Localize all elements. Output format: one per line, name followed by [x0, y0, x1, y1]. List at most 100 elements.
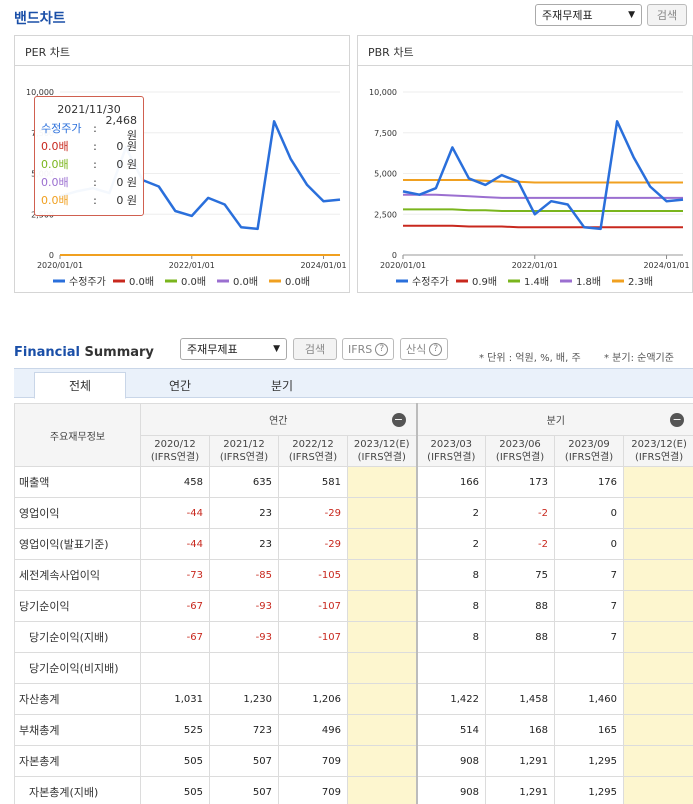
table-cell: 514 [415, 714, 487, 746]
table-cell: 1,031 [140, 683, 210, 715]
table-cell: 507 [209, 745, 279, 777]
tooltip-label: 0.0배 [41, 158, 69, 171]
row-label[interactable]: 부채총계 [14, 714, 141, 746]
period-header: 2023/09 (IFRS연결) [554, 435, 625, 467]
legend-item: 0.0배 [113, 276, 154, 288]
table-cell: 8 [415, 559, 487, 591]
table-cell: -67 [140, 621, 210, 653]
tooltip-label: 수정주가 [41, 122, 82, 135]
table-cell [209, 652, 279, 684]
question-icon: ? [429, 342, 443, 356]
table-cell: 1,458 [485, 683, 556, 715]
table-cell: 1,206 [278, 683, 348, 715]
fs-search-button[interactable]: 검색 [293, 338, 337, 360]
table-cell [623, 745, 693, 777]
unit-note: * 단위 : 억원, %, 배, 주 [479, 353, 581, 364]
row-label[interactable]: 당기순이익(비지배) [14, 652, 141, 684]
formula-help-button[interactable]: 산식 ? [400, 338, 449, 360]
tooltip-label: 0.0배 [41, 194, 69, 207]
fs-statement-select[interactable]: 주재무제표 ▼ [180, 338, 287, 360]
table-cell: 1,295 [554, 745, 625, 777]
x-tick-label: 2022/01/01 [169, 261, 215, 270]
ifrs-note: (IFRS연결) [427, 452, 476, 463]
table-cell [623, 497, 693, 529]
table-cell [346, 652, 418, 684]
row-label[interactable]: 당기순이익 [14, 590, 141, 622]
legend-label: 0.0배 [285, 276, 310, 288]
table-cell: -73 [140, 559, 210, 591]
legend-label: 0.0배 [129, 276, 154, 288]
band-chart-title: 밴드차트 [14, 11, 66, 27]
y-tick-label: 0 [49, 251, 54, 260]
pbr-chart: 10,000 7,500 5,000 2,500 02020/01/01 2022/01/… [369, 88, 690, 288]
y-tick-label: 7,500 [374, 129, 397, 138]
per-chart-title: PER 차트 [15, 36, 349, 66]
quarter-group-header: 분기 − [415, 403, 693, 436]
table-cell [346, 683, 418, 715]
table-cell: 908 [415, 776, 487, 804]
ifrs-help-button[interactable]: IFRS ? [342, 338, 395, 360]
band-search-button[interactable]: 검색 [647, 4, 687, 26]
period-header: 2023/03 (IFRS연결) [415, 435, 487, 467]
period-header: 2022/12 (IFRS연결) [278, 435, 348, 467]
ifrs-note: (IFRS연결) [634, 452, 684, 463]
table-cell [623, 714, 693, 746]
table-cell [346, 497, 418, 529]
period-header: 2023/06 (IFRS연결) [485, 435, 556, 467]
tooltip-row: 0.0배: 0 원 [41, 155, 137, 173]
table-cell [346, 621, 418, 653]
table-row: 자산총계 1,031 1,230 1,206 1,422 1,458 1,460 [14, 683, 693, 715]
table-cell: 2 [415, 497, 487, 529]
table-cell: -29 [278, 497, 348, 529]
row-label[interactable]: 자산총계 [14, 683, 141, 715]
table-row: 부채총계 525 723 496 514 168 165 [14, 714, 693, 746]
tab-annual[interactable]: 연간 [134, 372, 226, 399]
band-statement-select[interactable]: 주재무제표 ▼ [535, 4, 642, 26]
band-line [403, 208, 683, 212]
tooltip-separator: : [93, 121, 97, 135]
per-chart-tooltip: 2021/11/30 수정주가:2,468 원 0.0배:0 원 0.0배:0 원0… [34, 96, 144, 216]
table-cell [140, 652, 210, 684]
table-cell: -44 [140, 528, 210, 560]
legend-item: 2.3배 [612, 276, 653, 288]
table-cell [623, 621, 693, 653]
table-cell: -107 [278, 590, 348, 622]
row-label[interactable]: 영업이익 [14, 497, 141, 529]
tab-all[interactable]: 전체 [34, 372, 126, 399]
row-label[interactable]: 당기순이익(지배) [14, 621, 141, 653]
period-label: 2023/12(E) [631, 439, 687, 450]
table-cell: 1,230 [209, 683, 279, 715]
collapse-annual-icon[interactable]: − [391, 413, 406, 427]
table-cell: 88 [485, 621, 556, 653]
table-cell: 1,291 [485, 745, 556, 777]
row-label[interactable]: 영업이익(발표기준) [14, 528, 141, 560]
table-cell: 173 [485, 466, 556, 498]
table-cell: 507 [209, 776, 279, 804]
legend-item: 1.4배 [508, 276, 549, 288]
row-label[interactable]: 자본총계 [14, 745, 141, 777]
period-label: 2022/12 [292, 439, 334, 450]
row-label[interactable]: 세전계속사업이익 [14, 559, 141, 591]
table-cell: 1,295 [554, 776, 625, 804]
tooltip-separator: : [93, 175, 97, 189]
table-cell: 8 [415, 590, 487, 622]
collapse-quarter-icon[interactable]: − [670, 413, 685, 427]
tooltip-label: 0.0배 [41, 140, 69, 153]
quarter-group-label: 분기 [546, 416, 565, 427]
row-label[interactable]: 자본총계(지배) [14, 776, 141, 804]
tooltip-row: 0.0배: 0 원 [41, 173, 137, 191]
financial-summary-title: Financial Summary [14, 345, 154, 360]
table-cell: 709 [278, 776, 348, 804]
table-cell: 8 [415, 621, 487, 653]
table-cell [485, 652, 556, 684]
table-cell [278, 652, 348, 684]
y-tick-label: 0 [392, 251, 397, 260]
row-label[interactable]: 매출액 [14, 466, 141, 498]
tab-quarter[interactable]: 분기 [236, 372, 328, 399]
table-cell: -29 [278, 528, 348, 560]
price-line [402, 120, 684, 231]
table-cell: 176 [554, 466, 625, 498]
table-cell: 7 [554, 590, 625, 622]
table-cell: -107 [278, 621, 348, 653]
table-cell: 2 [415, 528, 487, 560]
